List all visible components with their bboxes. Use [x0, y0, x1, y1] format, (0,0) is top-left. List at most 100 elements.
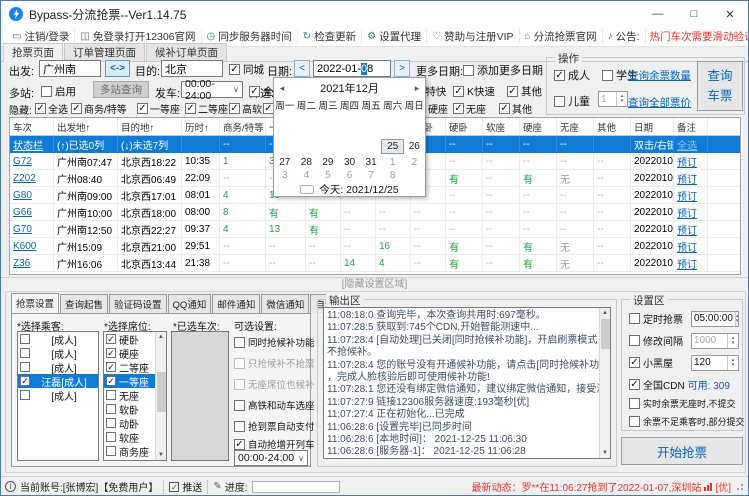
- scroll-up-icon[interactable]: ▲: [156, 332, 166, 342]
- table-row[interactable]: G70广州南12:50北京西22:2709:37413有------------…: [10, 221, 740, 238]
- enable-checkbox[interactable]: 启用: [41, 84, 76, 99]
- calendar-day[interactable]: 30: [339, 156, 361, 169]
- table-row[interactable]: K600广州15:09北京西21:0029:51--------16--有--有…: [10, 238, 740, 255]
- status-row-link[interactable]: 状态栏: [13, 137, 43, 152]
- checkbox-icon[interactable]: [234, 379, 245, 390]
- output-scrollbar[interactable]: ▲ ▼: [599, 308, 610, 458]
- column-header[interactable]: 日期: [631, 118, 674, 135]
- checkbox-icon[interactable]: [20, 334, 30, 344]
- next-date-button[interactable]: >: [394, 60, 410, 77]
- minimize-button[interactable]: —: [640, 1, 676, 27]
- calendar-day[interactable]: 1: [382, 156, 404, 169]
- query-tickets-button[interactable]: 查询车票: [697, 61, 743, 111]
- column-header[interactable]: 备注: [674, 118, 708, 135]
- checkbox-icon[interactable]: ✓: [453, 103, 464, 114]
- table-row[interactable]: G66广州南10:00北京西18:0008:008有有-------------…: [10, 204, 740, 221]
- setting-checkbox-全国CDN[interactable]: ✓全国CDN: [629, 377, 685, 392]
- settings-tab-抢票设置[interactable]: 抢票设置: [11, 293, 59, 313]
- tab-订单管理页面[interactable]: 订单管理页面: [64, 43, 145, 61]
- list-item-[成人][interactable]: [成人]: [18, 360, 98, 374]
- calendar-day[interactable]: 25: [382, 140, 404, 153]
- scroll-up-icon[interactable]: ▲: [600, 308, 610, 318]
- book-link[interactable]: 预订: [677, 205, 697, 220]
- column-header[interactable]: 车次: [10, 118, 54, 135]
- add-more-dates-checkbox[interactable]: 添加更多日期: [463, 62, 543, 78]
- calendar-day[interactable]: 29: [317, 156, 339, 169]
- checkbox-icon[interactable]: [629, 398, 640, 409]
- checkbox-icon[interactable]: [629, 313, 640, 324]
- hide-checkbox-其他[interactable]: ✓其他: [499, 101, 532, 116]
- checkbox-icon[interactable]: ✓: [453, 86, 464, 97]
- menu-item-[interactable]: ▭注销/登录: [7, 29, 75, 44]
- column-header[interactable]: 出发地↑: [54, 118, 118, 135]
- dest-input[interactable]: 北京: [161, 60, 223, 77]
- checkbox-icon[interactable]: [106, 460, 116, 461]
- checkbox-icon[interactable]: [629, 416, 640, 427]
- resize-grip[interactable]: [735, 482, 744, 491]
- swap-stations-button[interactable]: <->: [105, 60, 130, 77]
- checkbox-icon[interactable]: [629, 335, 640, 346]
- same-city-box[interactable]: ✓: [229, 64, 240, 75]
- setting-checkbox-修改间隔[interactable]: 修改间隔: [629, 333, 683, 348]
- calendar-day[interactable]: 8: [382, 169, 404, 182]
- date-input[interactable]: 2022-01-08: [313, 60, 391, 77]
- checkbox-icon[interactable]: [20, 362, 30, 372]
- spinner-arrows-icon[interactable]: ▴▾: [727, 356, 738, 370]
- checkbox-icon[interactable]: ✓: [106, 362, 116, 372]
- menu-item-[interactable]: ◷同步服务器时间: [202, 29, 298, 44]
- checkbox-icon[interactable]: ✓: [106, 348, 116, 358]
- calendar-day[interactable]: 3: [274, 169, 296, 182]
- hidden-settings-divider[interactable]: [隐藏设置区域]: [1, 277, 748, 291]
- calendar-day[interactable]: 28: [296, 156, 318, 169]
- list-item-[成人][interactable]: [成人]: [18, 346, 98, 360]
- checkbox-icon[interactable]: [106, 432, 116, 442]
- checkbox-icon[interactable]: ✓: [106, 334, 116, 344]
- hide-checkbox-一等座[interactable]: ✓一等座: [137, 101, 180, 116]
- checkbox-icon[interactable]: ✓: [629, 357, 640, 368]
- setting-checkbox-定时抢票[interactable]: 定时抢票: [629, 311, 683, 326]
- calendar-next-icon[interactable]: ▸: [409, 83, 425, 94]
- hide-checkbox-全选[interactable]: ✓全选: [35, 101, 68, 116]
- train-link-G72[interactable]: G72: [13, 156, 32, 167]
- train-link-G66[interactable]: G66: [13, 207, 32, 218]
- setting-stepper-修改间隔[interactable]: 1000▴▾: [691, 333, 739, 349]
- setting-checkbox-余票不足乘客时,部分提交[interactable]: 余票不足乘客时,部分提交: [629, 415, 745, 428]
- column-header[interactable]: 其他: [594, 118, 631, 135]
- filter-checkbox-K快速[interactable]: ✓K快速: [453, 84, 495, 99]
- train-link-G70[interactable]: G70: [13, 224, 32, 235]
- start-grab-button[interactable]: 开始抢票: [621, 437, 743, 465]
- tab-候补订单页面[interactable]: 候补订单页面: [146, 43, 227, 61]
- prev-date-button[interactable]: <: [294, 60, 310, 77]
- checkbox-icon[interactable]: [106, 418, 116, 428]
- checkbox-icon[interactable]: ✓: [106, 376, 116, 386]
- push-label[interactable]: 推送: [182, 479, 202, 494]
- settings-tab-查询起售[interactable]: 查询起售: [60, 294, 108, 313]
- settings-tab-邮件通知[interactable]: 邮件通知: [212, 294, 260, 313]
- calendar-day[interactable]: 7: [360, 169, 382, 182]
- menu-item-[interactable]: ♪公告:: [603, 29, 646, 44]
- book-link[interactable]: 预订: [677, 222, 697, 237]
- query-remaining-link[interactable]: 查询余票数量: [628, 68, 691, 83]
- checkbox-icon[interactable]: [234, 421, 245, 432]
- child-checkbox[interactable]: 儿童: [554, 93, 590, 109]
- column-header[interactable]: 商务/特等: [220, 118, 266, 135]
- column-header[interactable]: 硬卧: [446, 118, 483, 135]
- column-header[interactable]: 无座: [557, 118, 594, 135]
- train-link-G80[interactable]: G80: [13, 190, 32, 201]
- spinner-arrows-icon[interactable]: ▴▾: [735, 312, 739, 326]
- menu-item-VIP[interactable]: ♡赞助与注册VIP: [427, 29, 519, 44]
- hide-checkbox-高软[interactable]: ✓高软: [229, 101, 262, 116]
- train-link-Z36[interactable]: Z36: [13, 258, 30, 269]
- checkbox-icon[interactable]: [20, 348, 30, 358]
- calendar-day[interactable]: 2: [403, 156, 425, 169]
- query-prices-link[interactable]: 查询全部票价: [628, 95, 691, 110]
- close-button[interactable]: ✕: [712, 1, 748, 27]
- column-header[interactable]: 目的地↑: [118, 118, 182, 135]
- list-item-[成人][interactable]: [成人]: [18, 332, 98, 346]
- calendar-day[interactable]: 26: [403, 140, 425, 153]
- optional-checkbox-无座席位也候补[interactable]: 无座席位也候补: [234, 377, 315, 391]
- train-link-Z202[interactable]: Z202: [13, 173, 36, 184]
- settings-tab-QQ通知[interactable]: QQ通知: [168, 294, 212, 313]
- train-link-K600[interactable]: K600: [13, 241, 36, 252]
- setting-checkbox-小黑屋[interactable]: ✓小黑屋: [629, 355, 673, 370]
